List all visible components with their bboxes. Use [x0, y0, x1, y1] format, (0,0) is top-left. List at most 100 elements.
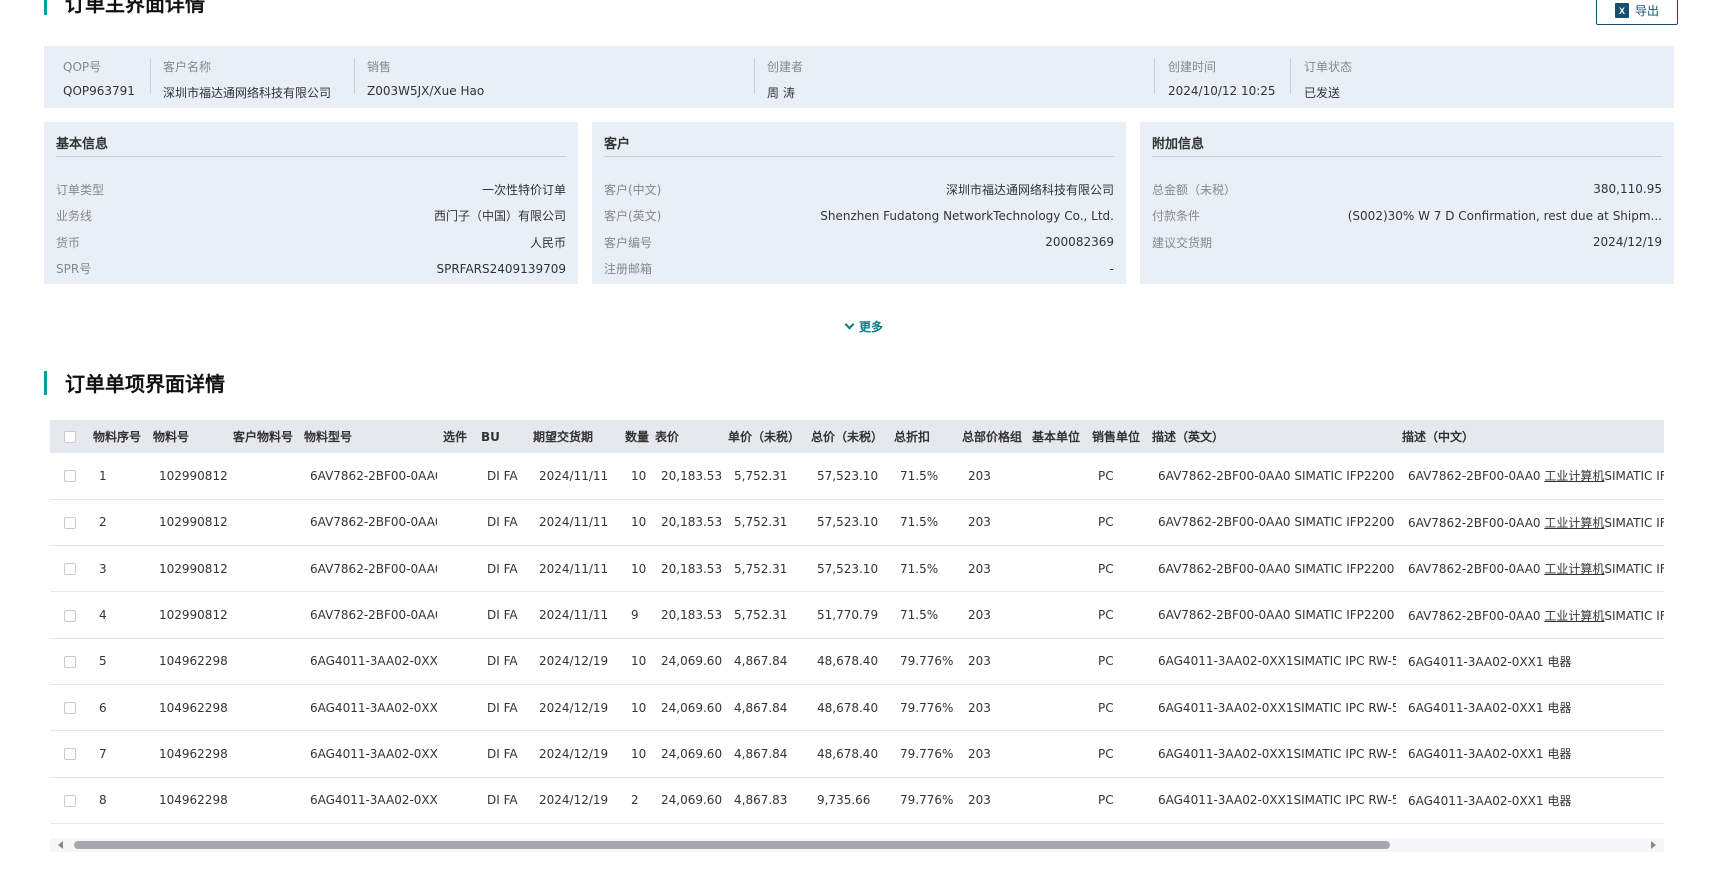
cell-date: 2024/11/11 [539, 515, 609, 530]
info-row: 货币 人民币 [56, 229, 566, 256]
table-row[interactable]: 3 102990812 6AV7862-2BF00-0AA0 DI FA 2024/11… [50, 546, 1664, 592]
info-row: 注册邮箱 - [604, 256, 1114, 283]
col-header[interactable]: 总价（未税） [805, 420, 888, 453]
cell-bu: DI FA [487, 608, 518, 623]
main-section-title: 订单主界面详情 [44, 0, 205, 17]
more-toggle[interactable]: 更多 [844, 318, 883, 335]
cell-qty: 10 [631, 515, 647, 530]
col-header[interactable]: 描述（中文） [1396, 420, 1664, 453]
row-label: 订单类型 [56, 182, 105, 197]
col-header[interactable]: 总部价格组 [956, 420, 1026, 453]
col-header[interactable]: 期望交货期 [527, 420, 619, 453]
table-row[interactable]: 6 104962298 6AG4011-3AA02-0XX1 DI FA 2024/12… [50, 684, 1664, 731]
row-checkbox[interactable] [64, 794, 76, 807]
select-all-checkbox[interactable] [64, 431, 76, 443]
col-header[interactable]: 表价 [649, 420, 722, 453]
excel-icon: X [1614, 3, 1629, 18]
col-header[interactable]: 总折扣 [888, 420, 956, 453]
row-checkbox[interactable] [64, 516, 76, 529]
creator-label: 创建者 [767, 60, 804, 74]
sales-label: 销售 [367, 60, 392, 74]
divider [754, 58, 755, 94]
row-select-cell [50, 499, 87, 545]
col-header[interactable]: 物料型号 [298, 420, 437, 453]
cell-cn: 6AG4011-3AA02-0XX1 电器 [1396, 638, 1664, 684]
scroll-left-arrow-icon[interactable] [58, 841, 63, 849]
col-header[interactable]: 客户物料号 [227, 420, 298, 453]
col-header[interactable]: BU [475, 420, 527, 453]
col-header[interactable]: 物料号 [147, 420, 227, 453]
cell-mat: 102990812 [159, 468, 227, 483]
table-row[interactable]: 1 102990812 6AV7862-2BF00-0AA0 DI FA 2024/11… [50, 453, 1664, 500]
summary-sales: 销售 Z003W5JX/Xue Hao [367, 58, 484, 98]
divider [150, 58, 151, 94]
row-checkbox[interactable] [64, 655, 76, 668]
cell-date: 2024/11/11 [539, 561, 609, 576]
row-label: 货币 [56, 235, 81, 250]
col-header[interactable]: 物料序号 [87, 420, 147, 453]
row-checkbox[interactable] [64, 748, 76, 761]
items-section-title: 订单单项界面详情 [44, 368, 225, 397]
col-header[interactable]: 描述（英文） [1146, 420, 1396, 453]
cell-grp: 203 [968, 561, 991, 576]
cell-qty: 10 [631, 468, 647, 483]
row-label: 付款条件 [1152, 209, 1201, 224]
row-checkbox[interactable] [64, 609, 76, 622]
horizontal-scrollbar[interactable] [50, 838, 1664, 852]
cell-opt [437, 592, 475, 638]
cn-desc-part: SIMATIC IFP Bas [1604, 469, 1664, 484]
col-header[interactable]: 基本单位 [1026, 420, 1086, 453]
cell-sale: PC [1098, 746, 1114, 761]
row-checkbox[interactable] [64, 470, 76, 483]
cell-list: 20,183.53 [661, 468, 722, 483]
export-label: 导出 [1634, 4, 1659, 18]
row-checkbox[interactable] [64, 702, 76, 715]
row-label: 注册邮箱 [604, 262, 653, 277]
cell-unit: 5,752.31 [734, 561, 788, 576]
cell-list: 20,183.53 [661, 608, 722, 623]
cell-date: 2024/12/19 [539, 746, 609, 761]
scrollbar-thumb[interactable] [74, 841, 1390, 849]
info-row: 业务线 西门子（中国）有限公司 [56, 203, 566, 230]
cell-qty: 10 [631, 654, 647, 669]
cell-opt [437, 731, 475, 777]
cell-unit: 4,867.84 [734, 654, 788, 669]
table-row[interactable]: 5 104962298 6AG4011-3AA02-0XX1 DI FA 2024/12… [50, 638, 1664, 685]
cell-sale: PC [1098, 515, 1114, 530]
table-row[interactable]: 4 102990812 6AV7862-2BF00-0AA0 DI FA 2024/11… [50, 592, 1664, 639]
table-row[interactable]: 2 102990812 6AV7862-2BF00-0AA0 DI FA 2024/11… [50, 499, 1664, 546]
col-header[interactable]: 单价（未税） [722, 420, 805, 453]
cell-opt [437, 684, 475, 730]
cell-bu: DI FA [487, 561, 518, 576]
row-select-cell [50, 453, 87, 499]
row-value: Shenzhen Fudatong NetworkTechnology Co.,… [820, 208, 1114, 223]
export-button[interactable]: X 导出 [1596, 0, 1678, 25]
cell-sale: PC [1098, 561, 1114, 576]
row-checkbox[interactable] [64, 563, 76, 576]
row-label: 业务线 [56, 209, 93, 224]
col-header[interactable]: 数量 [619, 420, 649, 453]
cell-date: 2024/12/19 [539, 700, 609, 715]
cell-unit: 4,867.84 [734, 700, 788, 715]
row-select-cell [50, 546, 87, 592]
scroll-right-arrow-icon[interactable] [1651, 841, 1656, 849]
cell-bu: DI FA [487, 468, 518, 483]
basic-info-card: 基本信息 订单类型 一次性特价订单 业务线 西门子（中国）有限公司 货币 人民币 SP… [44, 122, 578, 284]
customer-card-title: 客户 [604, 122, 1114, 157]
col-header[interactable]: 选件 [437, 420, 475, 453]
cell-cn: 6AG4011-3AA02-0XX1 电器 [1396, 731, 1664, 777]
cell-bu: DI FA [487, 515, 518, 530]
cell-base [1026, 777, 1086, 823]
table-row[interactable]: 8 104962298 6AG4011-3AA02-0XX1 DI FA 2024/12… [50, 777, 1664, 824]
cell-cn: 6AG4011-3AA02-0XX1 电器 [1396, 777, 1664, 823]
cell-qty: 10 [631, 700, 647, 715]
cn-desc-part: 6AV7862-2BF00-0AA0 [1408, 515, 1545, 530]
col-header[interactable]: 销售单位 [1086, 420, 1146, 453]
cell-disc: 71.5% [900, 468, 939, 483]
qop-label: QOP号 [63, 60, 102, 74]
cn-desc-underlined-part: 工业计算机 [1544, 469, 1605, 484]
cell-qty: 10 [631, 561, 647, 576]
table-row[interactable]: 7 104962298 6AG4011-3AA02-0XX1 DI FA 2024/12… [50, 731, 1664, 778]
cell-model: 6AV7862-2BF00-0AA0 [310, 561, 437, 576]
info-row: 总金额（未税） 380,110.95 [1152, 176, 1662, 203]
